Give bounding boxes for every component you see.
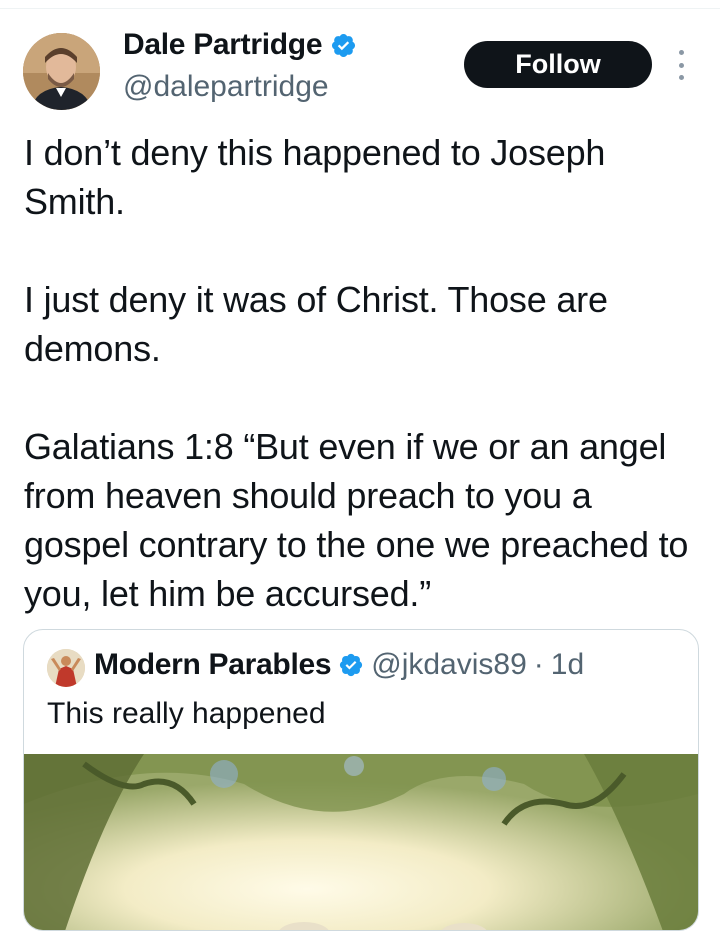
author-avatar[interactable] (23, 33, 100, 110)
quoted-media-image[interactable] (24, 754, 698, 930)
quoted-tweet-header: Modern Parables @jkdavis89 · 1d (94, 648, 584, 682)
author-display-name-row[interactable]: Dale Partridge (123, 28, 357, 62)
more-dot (678, 62, 684, 68)
quoted-tweet-card[interactable]: Modern Parables @jkdavis89 · 1d This rea… (23, 629, 699, 931)
quoted-tweet-text: This really happened (47, 697, 326, 730)
quoted-author-avatar[interactable] (47, 649, 85, 687)
more-vertical-icon[interactable] (671, 50, 691, 80)
follow-button[interactable]: Follow (464, 41, 652, 88)
quoted-timestamp[interactable]: 1d (551, 648, 584, 682)
verified-badge-icon (332, 33, 356, 57)
verified-badge-icon (340, 653, 363, 677)
timestamp-separator: · (533, 648, 544, 681)
author-display-name[interactable]: Dale Partridge (123, 28, 323, 62)
more-dot (678, 50, 684, 55)
quoted-author-display-name[interactable]: Modern Parables (94, 648, 332, 682)
author-handle[interactable]: @dalepartridge (123, 70, 329, 104)
more-dot (678, 75, 684, 80)
quoted-author-avatar-image (47, 649, 85, 687)
top-divider (0, 8, 720, 9)
author-avatar-image (23, 33, 100, 110)
forest-painting-image (24, 754, 698, 930)
tweet-text: I don’t deny this happened to Joseph Smi… (24, 132, 689, 614)
quoted-author-handle[interactable]: @jkdavis89 (371, 648, 527, 682)
